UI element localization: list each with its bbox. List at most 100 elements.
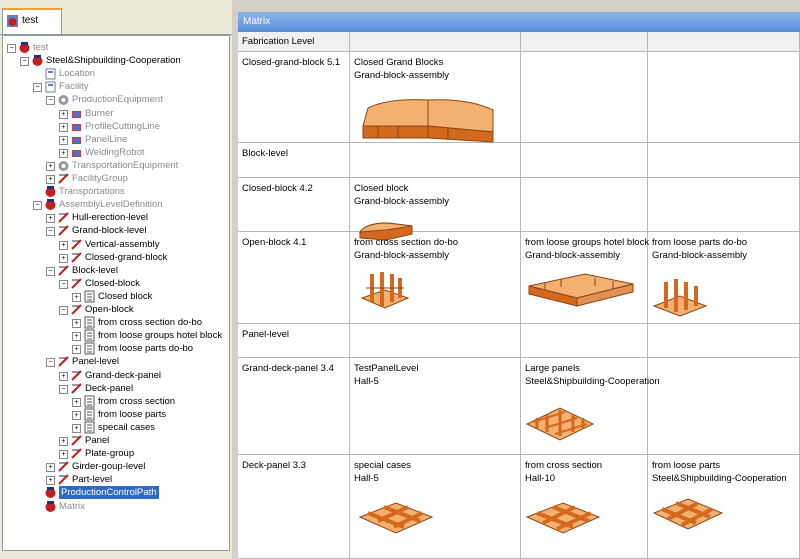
- matrix-header-cell: [350, 32, 521, 52]
- tree-node-icon: [58, 212, 69, 224]
- expand-toggle-icon[interactable]: +: [59, 135, 68, 145]
- expand-toggle-icon[interactable]: +: [59, 450, 68, 460]
- expand-toggle-icon[interactable]: +: [59, 148, 68, 158]
- expand-toggle-icon[interactable]: +: [59, 109, 68, 119]
- matrix-cell[interactable]: [350, 324, 521, 358]
- collapse-toggle-icon[interactable]: −: [59, 306, 68, 315]
- matrix-cell[interactable]: TestPanelLevel Hall-5: [350, 358, 521, 455]
- expand-toggle-icon[interactable]: +: [72, 397, 81, 407]
- collapse-toggle-icon[interactable]: −: [59, 279, 68, 289]
- tree-node-label: PanelLine: [85, 133, 128, 145]
- matrix-cell[interactable]: [648, 358, 800, 455]
- cell-subtitle: Hall-5: [354, 473, 379, 484]
- matrix-row-label: Open-block 4.1: [238, 232, 350, 324]
- matrix-cell[interactable]: [521, 52, 648, 143]
- expand-toggle-icon[interactable]: +: [59, 371, 68, 381]
- tree-node-label: WeldingRobot: [85, 146, 145, 158]
- matrix-cell[interactable]: from cross section Hall-10: [521, 455, 648, 559]
- tree-node-icon: [19, 42, 30, 53]
- tree-node-label: Vertical-assembly: [85, 238, 160, 250]
- tree-node-label: specail cases: [98, 421, 156, 433]
- expand-toggle-icon[interactable]: +: [72, 410, 81, 420]
- matrix-cell[interactable]: special cases Hall-5: [350, 455, 521, 559]
- collapse-toggle-icon[interactable]: −: [46, 266, 55, 276]
- matrix-cell[interactable]: Closed Grand Blocks Grand-block-assembly: [350, 52, 521, 143]
- collapse-toggle-icon[interactable]: −: [7, 44, 16, 53]
- open-block-parts-illustration: [652, 279, 708, 317]
- cell-subtitle: Hall-10: [525, 473, 556, 484]
- matrix-cell[interactable]: Closed block Grand-block-assembly: [350, 178, 521, 241]
- matrix-cell[interactable]: [521, 143, 648, 178]
- tree-node-label: from cross section: [98, 395, 176, 407]
- cell-subtitle: Grand-block-assembly: [354, 70, 450, 81]
- cell-title: from loose parts: [652, 460, 721, 471]
- expand-toggle-icon[interactable]: +: [72, 423, 81, 433]
- collapse-toggle-icon[interactable]: −: [33, 201, 42, 211]
- expand-toggle-icon[interactable]: +: [46, 161, 55, 171]
- row-label: Grand-deck-panel 3.4: [242, 363, 334, 374]
- loose-panel-illustration: [652, 498, 724, 530]
- collapse-toggle-icon[interactable]: −: [33, 83, 42, 93]
- tree-node-label: ProfileCuttingLine: [85, 120, 160, 132]
- collapse-toggle-icon[interactable]: −: [46, 227, 55, 237]
- matrix-cell[interactable]: from cross section do-bo Grand-block-asse…: [350, 232, 521, 324]
- cell-title: Large panels: [525, 363, 580, 374]
- cell-subtitle: Grand-block-assembly: [354, 250, 450, 261]
- expand-toggle-icon[interactable]: +: [46, 476, 55, 486]
- tree-node-icon: [84, 290, 95, 303]
- tree-node-icon: [58, 264, 69, 276]
- tree-node-label: Closed block: [98, 290, 153, 302]
- expand-toggle-icon[interactable]: +: [59, 122, 68, 132]
- collapse-toggle-icon[interactable]: −: [46, 96, 55, 106]
- expand-toggle-icon[interactable]: +: [72, 332, 81, 342]
- tree-node-label: from loose parts do-bo: [98, 343, 194, 355]
- tree-node-label: Facility: [59, 81, 89, 93]
- expand-toggle-icon[interactable]: +: [59, 253, 68, 263]
- tree-node-icon: [45, 186, 56, 198]
- tree-node-label: Panel: [85, 435, 110, 446]
- matrix-cell[interactable]: from loose groups hotel block Grand-block…: [521, 232, 649, 324]
- tab-test[interactable]: test: [2, 8, 62, 34]
- matrix-cell[interactable]: Large panels Steel&Shipbuilding-Cooperati…: [521, 358, 660, 455]
- tree-node-label: Panel-level: [72, 356, 119, 368]
- tab-bar: test: [0, 0, 232, 35]
- row-label: Deck-panel 3.3: [242, 460, 306, 471]
- tree-node-icon: [45, 68, 56, 80]
- matrix-cell[interactable]: [350, 143, 521, 178]
- cell-title: from cross section: [525, 460, 603, 471]
- matrix-cell[interactable]: from loose parts do-bo Grand-block-assemb…: [648, 232, 800, 324]
- expand-toggle-icon[interactable]: +: [72, 345, 81, 355]
- grand-block-illustration: [362, 99, 494, 143]
- matrix-cell[interactable]: [521, 324, 648, 358]
- expand-toggle-icon[interactable]: +: [59, 437, 68, 446]
- expand-toggle-icon[interactable]: +: [72, 292, 81, 302]
- matrix-cell[interactable]: [648, 178, 800, 232]
- collapse-toggle-icon[interactable]: −: [59, 384, 68, 394]
- collapse-toggle-icon[interactable]: −: [46, 358, 55, 368]
- expand-toggle-icon[interactable]: +: [46, 175, 55, 184]
- tree-node-icon: [32, 55, 43, 67]
- tree-node-icon: [45, 487, 56, 499]
- collapse-toggle-icon[interactable]: −: [20, 57, 29, 67]
- cell-subtitle: Steel&Shipbuilding-Cooperation: [525, 376, 660, 387]
- expand-toggle-icon[interactable]: +: [59, 240, 68, 250]
- tree-node-icon: [71, 382, 82, 394]
- matrix-cell[interactable]: [648, 143, 800, 178]
- matrix-panel: Matrix Fabrication Level Closed-grand-blo…: [238, 12, 800, 559]
- tree-node-label: Part-level: [72, 474, 113, 486]
- matrix-cell[interactable]: from loose parts Steel&Shipbuilding-Coope…: [648, 455, 800, 559]
- tree-node-label: Grand-deck-panel: [85, 369, 162, 381]
- row-label: Panel-level: [242, 329, 289, 340]
- tree-node-icon: [58, 461, 69, 472]
- tree-node-icon: [72, 123, 81, 131]
- expand-toggle-icon[interactable]: +: [46, 463, 55, 473]
- matrix-cell[interactable]: [521, 178, 648, 232]
- expand-toggle-icon[interactable]: +: [72, 319, 81, 329]
- expand-toggle-icon[interactable]: +: [46, 214, 55, 224]
- tree-panel: test − test − Steel&Shipbuilding-Cooperatio…: [0, 0, 232, 559]
- matrix-cell[interactable]: [648, 52, 800, 143]
- tree-node-label: AssemblyLevelDefinition: [59, 199, 163, 211]
- matrix-cell[interactable]: [648, 324, 800, 358]
- hotel-block-illustration: [528, 273, 634, 307]
- navigation-tree[interactable]: − test − Steel&Shipbuilding-Cooperation Loca…: [2, 35, 230, 551]
